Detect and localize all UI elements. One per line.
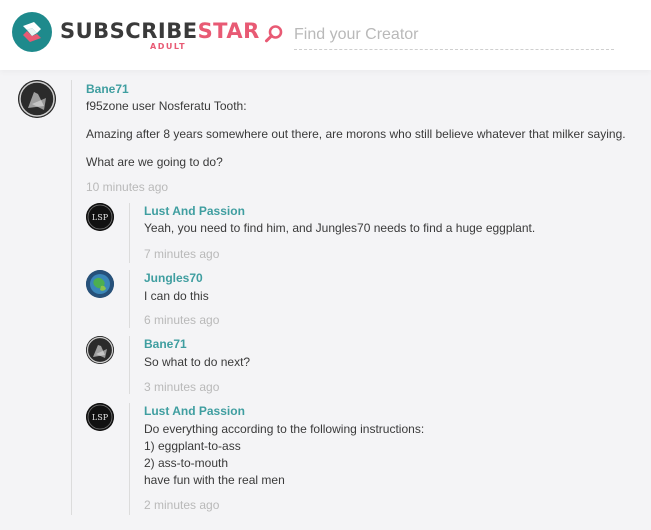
avatar-image-icon <box>86 336 114 364</box>
reply-text-line: have fun with the real men <box>144 473 285 487</box>
reply-text-line: 1) eggplant-to-ass <box>144 439 241 453</box>
reply-line <box>129 403 130 515</box>
avatar-image-icon: LSP <box>86 203 114 231</box>
search-icon[interactable] <box>263 23 285 45</box>
reply-timestamp: 2 minutes ago <box>144 498 220 512</box>
comment-text-line: What are we going to do? <box>86 155 223 169</box>
comment-author[interactable]: Bane71 <box>86 82 129 96</box>
avatar-image-icon <box>86 270 114 298</box>
comment-text-line: f95zone user Nosferatu Tooth: <box>86 99 247 113</box>
avatar-monogram: LSP <box>92 213 109 222</box>
thread-line <box>71 80 72 515</box>
reply-line <box>129 203 130 263</box>
avatar-jungles70[interactable] <box>86 270 114 298</box>
reply-timestamp: 3 minutes ago <box>144 380 220 394</box>
brand-subtitle: ADULT <box>150 42 187 51</box>
avatar-lust-and-passion[interactable]: LSP <box>86 403 114 431</box>
reply-line <box>129 336 130 394</box>
reply-author[interactable]: Jungles70 <box>144 271 203 285</box>
top-header: SUBSCRIBESTAR ADULT <box>0 0 651 70</box>
reply-author[interactable]: Bane71 <box>144 337 187 351</box>
comment-timestamp: 10 minutes ago <box>86 180 169 194</box>
avatar-bane71[interactable] <box>18 80 56 118</box>
reply-text-line: I can do this <box>144 289 209 303</box>
avatar-bane71[interactable] <box>86 336 114 364</box>
brand-star-text: STAR <box>197 19 260 43</box>
subscribestar-logo-icon[interactable] <box>12 12 52 52</box>
reply-text-line: So what to do next? <box>144 355 251 369</box>
brand-main-text: SUBSCRIBE <box>60 19 198 43</box>
search-input[interactable] <box>294 20 614 50</box>
reply-text-line: Yeah, you need to find him, and Jungles7… <box>144 221 536 235</box>
reply-text-line: Do everything according to the following… <box>144 422 425 436</box>
avatar-monogram: LSP <box>92 413 109 422</box>
reply-text-line: 2) ass-to-mouth <box>144 456 229 470</box>
brand-name[interactable]: SUBSCRIBESTAR <box>60 19 260 43</box>
reply-timestamp: 6 minutes ago <box>144 313 220 327</box>
comment-text-line: Amazing after 8 years somewhere out ther… <box>86 127 626 141</box>
avatar-image-icon <box>18 80 56 118</box>
reply-author[interactable]: Lust And Passion <box>144 204 245 218</box>
reply-author[interactable]: Lust And Passion <box>144 404 245 418</box>
avatar-image-icon: LSP <box>86 403 114 431</box>
reply-timestamp: 7 minutes ago <box>144 247 220 261</box>
reply-line <box>129 270 130 328</box>
avatar-lust-and-passion[interactable]: LSP <box>86 203 114 231</box>
